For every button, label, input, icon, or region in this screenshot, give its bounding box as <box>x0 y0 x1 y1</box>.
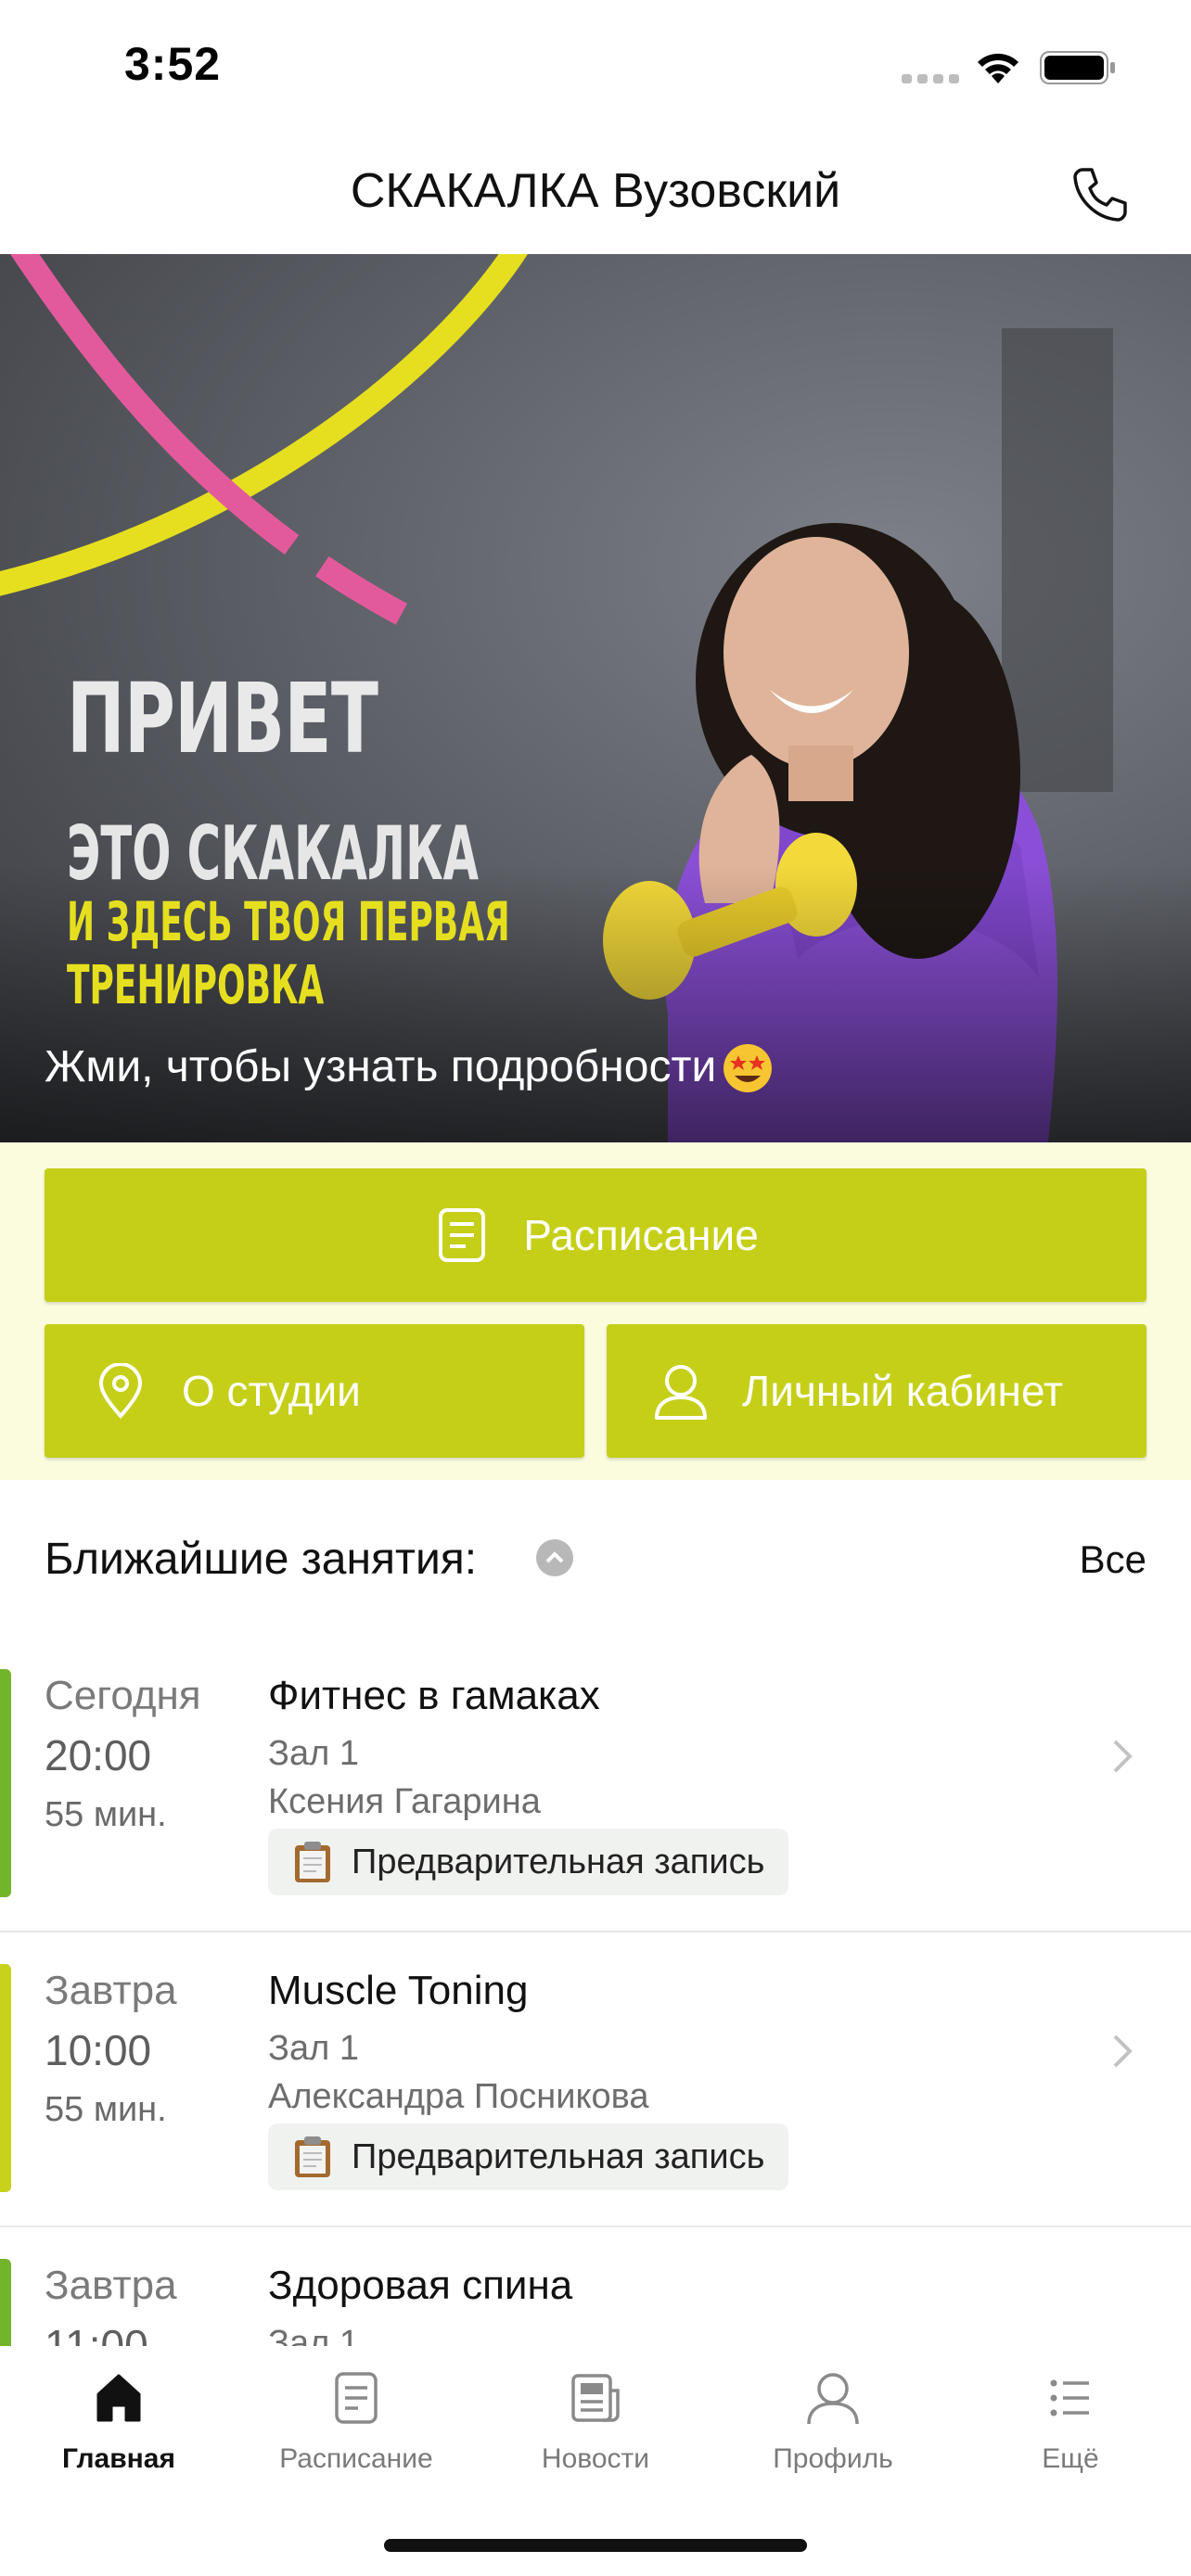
tab-news-label: Новости <box>541 2443 650 2474</box>
class-room: Зал 1 <box>268 2324 359 2346</box>
document-icon <box>432 1205 492 1265</box>
tab-schedule-label: Расписание <box>279 2443 433 2474</box>
tab-more[interactable]: Ещё <box>968 2368 1172 2498</box>
all-classes-link[interactable]: Все <box>1080 1537 1146 1582</box>
class-item[interactable]: Завтра 11:00 Здоровая спина Зал 1 <box>0 2227 1191 2346</box>
phone-icon <box>1073 168 1127 222</box>
about-studio-label: О студии <box>182 1367 361 1415</box>
clipboard-icon <box>295 1842 330 1882</box>
class-color-bar <box>0 2259 11 2346</box>
booking-badge: Предварительная запись <box>268 1829 789 1895</box>
news-icon <box>571 2374 620 2422</box>
promo-banner[interactable]: ПРИВЕТ ЭТО СКАКАЛКА И ЗДЕСЬ ТВОЯ ПЕРВАЯ … <box>0 254 1191 1142</box>
class-name: Здоровая спина <box>268 2263 573 2308</box>
booking-badge-label: Предварительная запись <box>352 2136 765 2176</box>
class-time: 20:00 <box>45 1731 152 1779</box>
class-duration: 55 мин. <box>45 1795 167 1834</box>
app-header: СКАКАЛКА Вузовский <box>0 130 1191 254</box>
call-button[interactable] <box>1063 158 1137 232</box>
banner-caption-text: Жми, чтобы узнать подробности <box>45 1041 717 1091</box>
class-color-bar <box>0 1964 11 2192</box>
battery-icon <box>1040 51 1115 84</box>
class-time: 11:00 <box>45 2321 148 2346</box>
booking-badge-label: Предварительная запись <box>352 1842 765 1881</box>
class-coach: Ксения Гагарина <box>268 1782 541 1821</box>
star-struck-emoji <box>724 1044 773 1092</box>
class-day: Завтра <box>45 1968 177 2013</box>
about-studio-button[interactable]: О студии <box>45 1324 584 1458</box>
banner-caption: Жми, чтобы узнать подробности <box>45 1039 775 1094</box>
tab-home-label: Главная <box>61 2443 175 2474</box>
page-title: СКАКАЛКА Вузовский <box>350 164 841 218</box>
chevron-right-icon <box>1113 2034 1133 2068</box>
class-day: Завтра <box>45 2263 177 2308</box>
chevron-right-icon <box>1113 1740 1133 1773</box>
schedule-button[interactable]: Расписание <box>45 1168 1146 1302</box>
class-list: Сегодня 20:00 55 мин. Фитнес в гамаках З… <box>0 1638 1191 2346</box>
collapse-toggle[interactable] <box>536 1539 573 1576</box>
section-title: Ближайшие занятия: <box>45 1535 478 1584</box>
clipboard-icon <box>295 2136 330 2177</box>
class-time: 10:00 <box>45 2026 152 2074</box>
class-coach: Александра Посникова <box>268 2077 649 2116</box>
tab-news[interactable]: Новости <box>493 2368 698 2498</box>
class-name: Muscle Toning <box>268 1968 529 2013</box>
class-color-bar <box>0 1669 11 1897</box>
schedule-icon <box>335 2372 378 2424</box>
tab-more-label: Ещё <box>1042 2443 1099 2474</box>
personal-account-label: Личный кабинет <box>742 1367 1064 1415</box>
class-item[interactable]: Завтра 10:00 55 мин. Muscle Toning Зал 1… <box>0 1932 1191 2227</box>
personal-account-button[interactable]: Личный кабинет <box>607 1324 1146 1458</box>
upcoming-header: Ближайшие занятия: Все <box>0 1480 1191 1638</box>
class-item[interactable]: Сегодня 20:00 55 мин. Фитнес в гамаках З… <box>0 1638 1191 1932</box>
class-room: Зал 1 <box>268 2029 359 2068</box>
banner-tagline: И ЗДЕСЬ ТВОЯ ПЕРВАЯ ТРЕНИРОВКА <box>67 890 510 1016</box>
chevron-up-icon <box>545 1551 564 1563</box>
profile-icon <box>807 2373 859 2425</box>
home-indicator <box>384 2539 807 2552</box>
banner-subheadline: ЭТО СКАКАЛКА <box>67 810 480 897</box>
schedule-button-label: Расписание <box>523 1211 759 1259</box>
tab-home[interactable]: Главная <box>17 2368 221 2498</box>
tab-profile[interactable]: Профиль <box>731 2368 935 2498</box>
class-duration: 55 мин. <box>45 2090 167 2129</box>
booking-badge: Предварительная запись <box>268 2123 789 2190</box>
status-bar: 3:52 <box>0 0 1191 130</box>
wifi-icon <box>978 53 1018 83</box>
user-icon <box>651 1361 711 1421</box>
class-name: Фитнес в гамаках <box>268 1673 600 1718</box>
class-day: Сегодня <box>45 1673 201 1718</box>
home-icon <box>96 2374 141 2422</box>
cellular-signal-icon <box>902 74 959 83</box>
location-pin-icon <box>91 1361 150 1421</box>
status-time: 3:52 <box>124 38 222 90</box>
tab-profile-label: Профиль <box>773 2443 893 2474</box>
banner-headline: ПРИВЕТ <box>67 662 378 775</box>
class-room: Зал 1 <box>268 1734 359 1773</box>
quick-actions: Расписание О студии Личный кабинет <box>0 1142 1191 1480</box>
tab-schedule[interactable]: Расписание <box>254 2368 458 2498</box>
more-icon <box>1050 2379 1089 2417</box>
